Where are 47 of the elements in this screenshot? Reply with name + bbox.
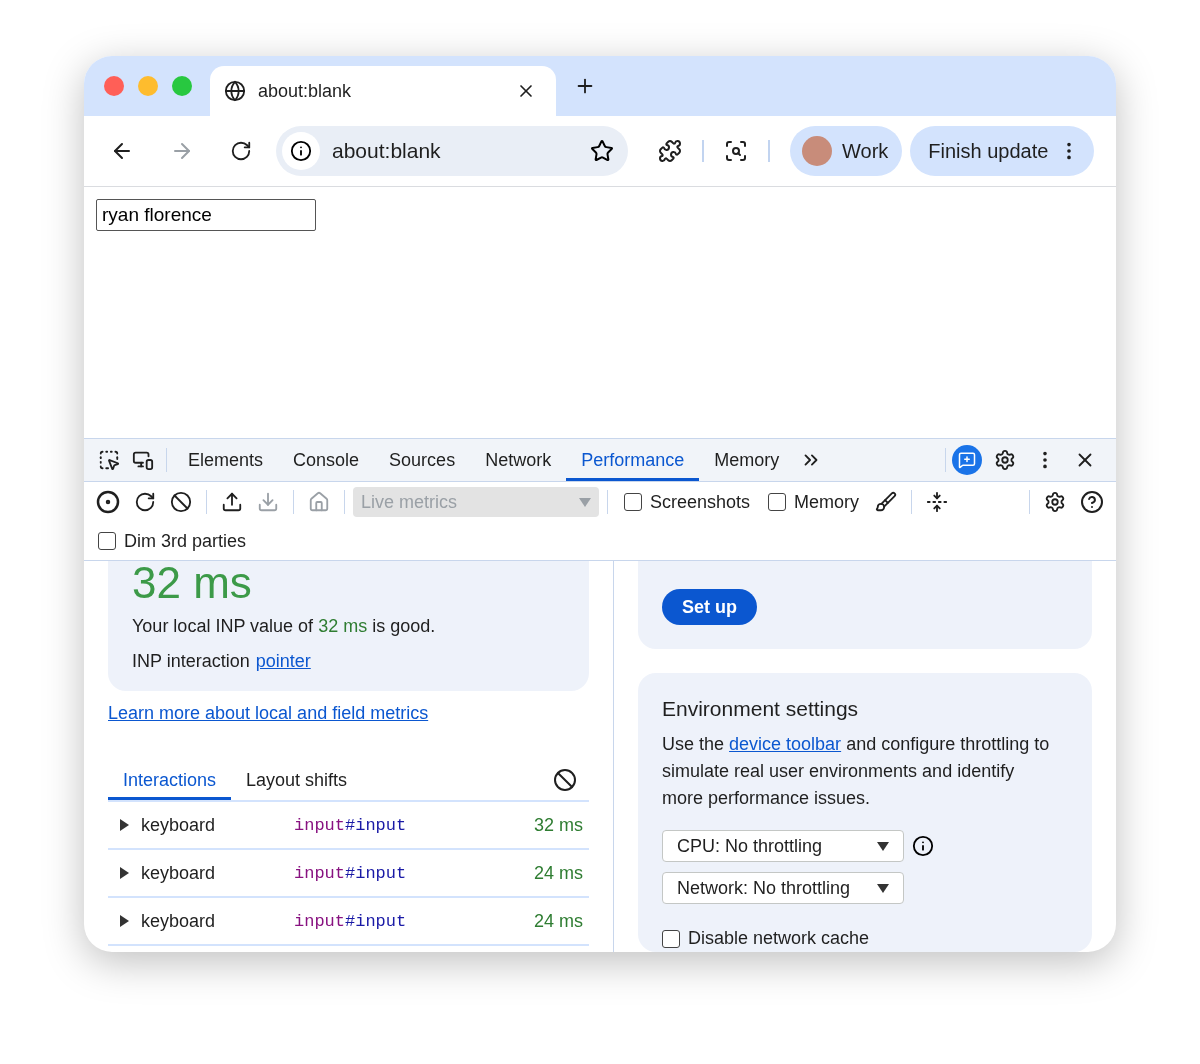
address-bar[interactable]: about:blank [276, 126, 628, 176]
section-title: Environment settings [662, 697, 860, 721]
checkbox[interactable]: Dim 3rd parties [90, 530, 255, 552]
star-icon [590, 139, 614, 163]
text-input[interactable]: ryan florence [96, 199, 316, 231]
devtools-tab[interactable]: Performance [566, 439, 700, 481]
checkbox[interactable]: Memory [760, 491, 868, 513]
checkbox[interactable]: Disable network cache [654, 928, 1056, 949]
devtools-tab[interactable]: Sources [374, 439, 471, 481]
devtools-tab[interactable]: Elements [173, 439, 279, 481]
info-icon [912, 835, 934, 857]
globe-icon [224, 80, 246, 102]
browser-tab[interactable]: about:blank [210, 66, 556, 116]
minimize-window-dot[interactable] [138, 76, 158, 96]
node-target: input#input [294, 911, 408, 931]
duration: 32 ms [533, 814, 583, 836]
profile-button[interactable]: Work [790, 126, 903, 176]
panel-tab[interactable]: Layout shifts [231, 760, 363, 800]
checkbox[interactable]: Screenshots [616, 491, 759, 513]
interaction-type[interactable]: keyboard [108, 814, 294, 836]
throttling-select[interactable]: CPU: No throttling [662, 830, 904, 862]
node-target: input#input [294, 863, 408, 883]
devtools-tab[interactable]: Memory [699, 439, 795, 481]
throttling-select[interactable]: Network: No throttling [662, 872, 904, 904]
devtools-tab[interactable]: Network [470, 439, 567, 481]
finish-update-button[interactable]: Finish update [910, 126, 1095, 176]
tab-title: about:blank [258, 80, 352, 102]
avatar [802, 136, 832, 166]
pointer-link[interactable]: pointer [255, 648, 311, 675]
panel-tab[interactable]: Interactions [108, 760, 232, 800]
devtools-tab[interactable]: Console [278, 439, 375, 481]
set-up-button[interactable]: Set up [662, 589, 757, 625]
inp-summary: Your local INP value of 32 ms is good. [132, 615, 437, 638]
interaction-type[interactable]: keyboard [108, 910, 294, 932]
interaction-label: INP interaction [132, 650, 250, 673]
info-icon [282, 132, 320, 170]
device-toolbar-link[interactable]: device toolbar [729, 734, 842, 754]
duration: 24 ms [533, 910, 583, 932]
interaction-type[interactable]: keyboard [108, 862, 294, 884]
duration: 24 ms [533, 862, 583, 884]
maximize-window-dot[interactable] [172, 76, 192, 96]
close-window-dot[interactable] [104, 76, 124, 96]
learn-more-link[interactable]: Learn more about local and field metrics [108, 703, 429, 723]
ai-assistance-icon[interactable] [952, 445, 982, 475]
node-target: input#input [294, 815, 408, 835]
environment-description: Use the device toolbar and configure throttling to simulate real user environments and identify more performance issues. [662, 733, 1051, 810]
inp-value: 32 ms [132, 561, 253, 605]
